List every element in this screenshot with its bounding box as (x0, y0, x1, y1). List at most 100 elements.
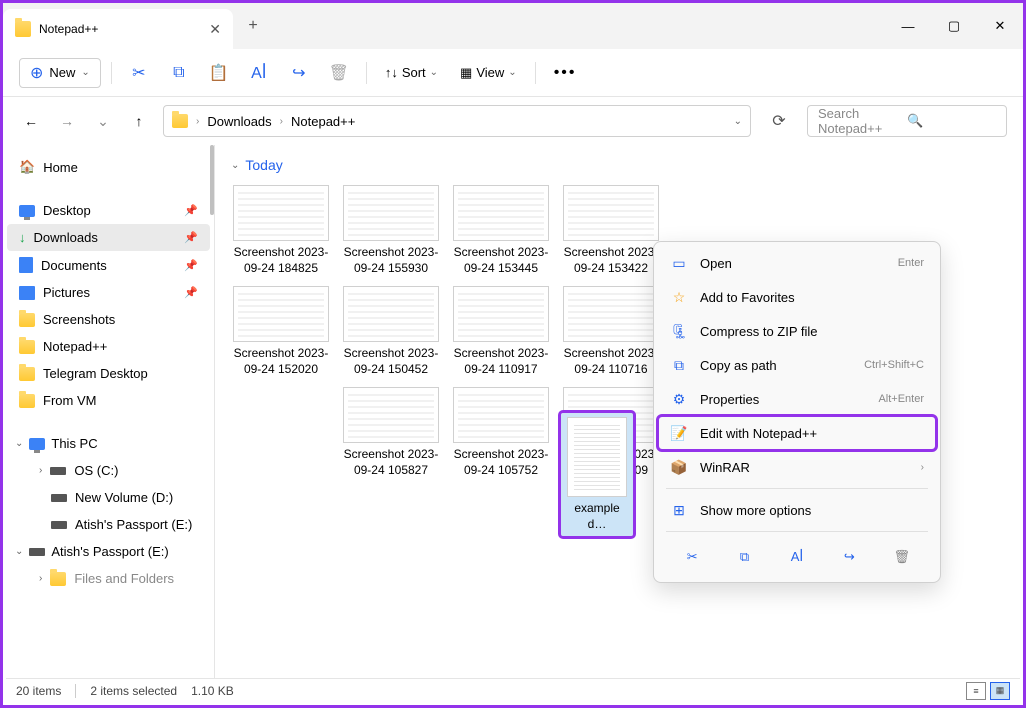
sidebar-fromvm[interactable]: From VM (7, 387, 210, 414)
download-icon: ↓ (19, 230, 26, 245)
drive-icon (51, 521, 67, 529)
ctx-cut-icon[interactable]: ✂ (677, 542, 707, 572)
file-item[interactable]: Screenshot 2023-09-24 105827 (337, 383, 445, 482)
status-size: 1.10 KB (191, 684, 234, 698)
ctx-delete-icon[interactable]: 🗑 (887, 542, 917, 572)
ctx-copy-icon[interactable]: ⧉ (730, 542, 760, 572)
file-item[interactable]: Screenshot 2023-09-24 153445 (447, 181, 555, 280)
ctx-compress-zip[interactable]: 🗜 Compress to ZIP file (658, 314, 936, 348)
sidebar-downloads[interactable]: ↓ Downloads 📌 (7, 224, 210, 251)
sidebar-documents[interactable]: Documents 📌 (7, 251, 210, 279)
view-button[interactable]: ▦ View ⌄ (452, 61, 525, 85)
sidebar-home[interactable]: 🏠 Home (7, 153, 210, 181)
chevron-right-icon: › (280, 116, 283, 127)
sidebar-files[interactable]: › Files and Folders (7, 565, 210, 592)
sidebar-atish1[interactable]: Atish's Passport (E:) (7, 511, 210, 538)
file-item[interactable]: Screenshot 2023-09-24 152020 (227, 282, 335, 381)
search-placeholder: Search Notepad++ (818, 106, 907, 136)
chevron-down-icon: ⌄ (508, 67, 516, 78)
properties-icon: ⚙ (670, 390, 688, 408)
sidebar-notepadpp[interactable]: Notepad++ (7, 333, 210, 360)
sidebar-atish2[interactable]: ⌄ Atish's Passport (E:) (7, 538, 210, 565)
file-item[interactable]: Screenshot 2023-09-24 155930 (337, 181, 445, 280)
file-name: Screenshot 2023-09-24 110917 (451, 346, 551, 377)
ctx-winrar[interactable]: 📦 WinRAR › (658, 450, 936, 484)
chevron-down-icon[interactable]: ⌄ (734, 116, 742, 127)
sidebar-desktop[interactable]: Desktop 📌 (7, 197, 210, 224)
file-item[interactable]: Screenshot 2023-09-24 105752 (447, 383, 555, 482)
delete-icon[interactable]: 🗑 (322, 56, 356, 90)
ctx-favorites[interactable]: ☆ Add to Favorites (658, 280, 936, 314)
thumbnail (453, 387, 549, 443)
close-tab-icon[interactable]: ✕ (209, 21, 221, 38)
sidebar-newvol[interactable]: New Volume (D:) (7, 484, 210, 511)
plus-icon: ⊕ (30, 63, 43, 83)
file-name: Screenshot 2023-09-24 155930 (341, 245, 441, 276)
nav-row: ← → ⌄ ↑ › Downloads › Notepad++ ⌄ ⟳ Sear… (3, 97, 1023, 145)
context-menu: ▭ Open Enter ☆ Add to Favorites 🗜 Compre… (653, 241, 941, 583)
file-name: Screenshot 2023-09-24 150452 (341, 346, 441, 377)
ctx-open[interactable]: ▭ Open Enter (658, 246, 936, 280)
new-tab-button[interactable]: + (233, 3, 273, 49)
window-tab[interactable]: Notepad++ ✕ (3, 9, 233, 49)
back-button[interactable]: ← (19, 113, 43, 129)
search-input[interactable]: Search Notepad++ 🔍 (807, 105, 1007, 137)
share-icon[interactable]: ↪ (282, 56, 316, 90)
file-name: Screenshot 2023-09-24 110716 (561, 346, 661, 377)
refresh-button[interactable]: ⟳ (763, 111, 795, 131)
forward-button[interactable]: → (55, 113, 79, 129)
breadcrumb[interactable]: › Downloads › Notepad++ ⌄ (163, 105, 751, 137)
ctx-share-icon[interactable]: ↪ (834, 542, 864, 572)
breadcrumb-seg[interactable]: Downloads (207, 114, 271, 129)
sidebar-osc[interactable]: › OS (C:) (7, 457, 210, 484)
file-item[interactable]: Screenshot 2023-09-24 150452 (337, 282, 445, 381)
file-item[interactable]: Screenshot 2023-09-24 110716 (557, 282, 665, 381)
thumbnail (343, 387, 439, 443)
winrar-icon: 📦 (670, 458, 688, 476)
recent-button[interactable]: ⌄ (91, 113, 115, 130)
thumbnail (233, 185, 329, 241)
pin-icon: 📌 (184, 259, 198, 272)
rename-icon[interactable]: Aꟾ (242, 56, 276, 90)
drive-icon (51, 494, 67, 502)
sidebar-thispc[interactable]: ⌄ This PC (7, 430, 210, 457)
thumbnail (453, 185, 549, 241)
folder-icon (19, 367, 35, 381)
ctx-edit-notepadpp[interactable]: 📝 Edit with Notepad++ (658, 416, 936, 450)
pin-icon: 📌 (184, 204, 198, 217)
file-item[interactable]: Screenshot 2023-09-24 184825 (227, 181, 335, 280)
file-name: Screenshot 2023-09-24 152020 (231, 346, 331, 377)
ctx-properties[interactable]: ⚙ Properties Alt+Enter (658, 382, 936, 416)
file-item[interactable]: Screenshot 2023-09-24 110917 (447, 282, 555, 381)
document-icon (19, 257, 33, 273)
sort-button[interactable]: ↑↓ Sort ⌄ (377, 61, 446, 84)
ctx-copy-path[interactable]: ⧉ Copy as path Ctrl+Shift+C (658, 348, 936, 382)
open-icon: ▭ (670, 254, 688, 272)
copy-icon[interactable]: ⧉ (162, 56, 196, 90)
desktop-icon (19, 205, 35, 217)
maximize-button[interactable]: ▢ (931, 3, 977, 49)
file-name: Screenshot 2023-09-24 184825 (231, 245, 331, 276)
search-icon: 🔍 (907, 113, 996, 129)
folder-icon (19, 313, 35, 327)
ctx-show-more[interactable]: ⊞ Show more options (658, 493, 936, 527)
sidebar-pictures[interactable]: Pictures 📌 (7, 279, 210, 306)
ctx-rename-icon[interactable]: Aꟾ (782, 542, 812, 572)
file-item[interactable]: Screenshot 2023-09-24 153422 (557, 181, 665, 280)
close-window-button[interactable]: ✕ (977, 3, 1023, 49)
breadcrumb-seg[interactable]: Notepad++ (291, 114, 355, 129)
more-button[interactable]: ••• (546, 64, 585, 82)
sidebar-screenshots[interactable]: Screenshots (7, 306, 210, 333)
up-button[interactable]: ↑ (127, 113, 151, 129)
group-today[interactable]: ⌄ Today (231, 157, 1011, 173)
file-item-selected[interactable]: example d… (561, 413, 633, 536)
sidebar-telegram[interactable]: Telegram Desktop (7, 360, 210, 387)
paste-icon[interactable]: 📋 (202, 56, 236, 90)
chevron-right-icon: › (921, 462, 924, 473)
status-count: 20 items (16, 684, 61, 698)
minimize-button[interactable]: — (885, 3, 931, 49)
icons-view-button[interactable]: ▦ (990, 682, 1010, 700)
details-view-button[interactable]: ≡ (966, 682, 986, 700)
new-button[interactable]: ⊕ New ⌄ (19, 58, 101, 88)
cut-icon[interactable]: ✂ (122, 56, 156, 90)
